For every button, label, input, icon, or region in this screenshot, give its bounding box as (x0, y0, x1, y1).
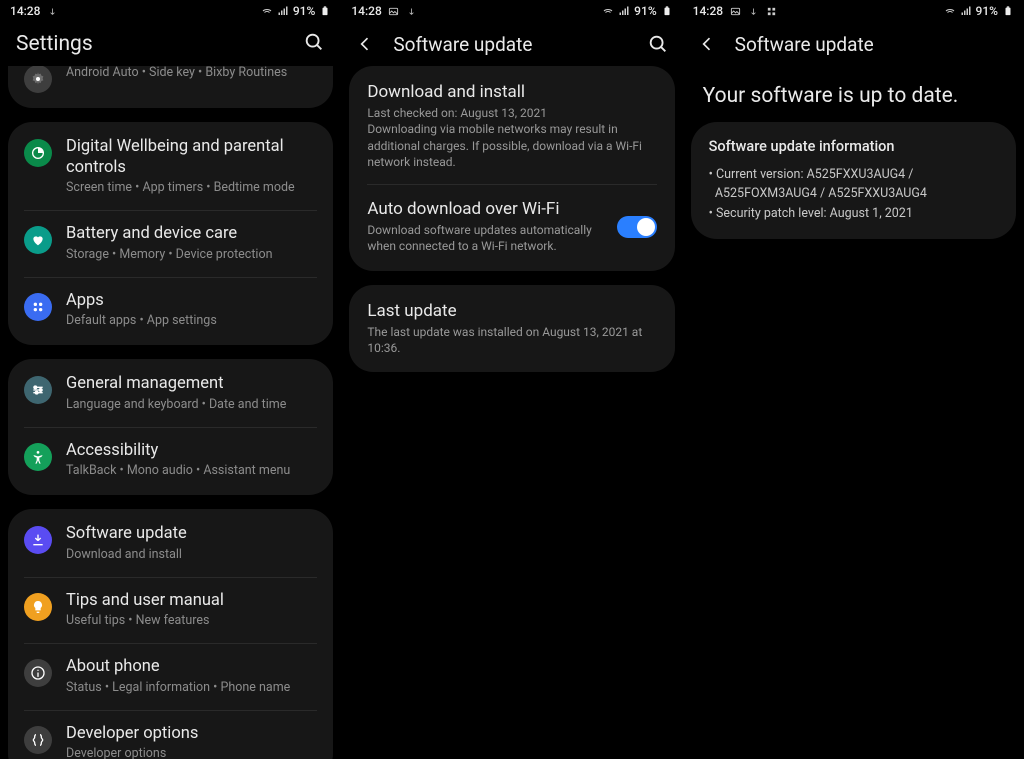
status-bar: 14:28 91% (341, 0, 682, 22)
app-header: Software update (683, 22, 1024, 66)
gear-icon (24, 66, 52, 93)
battery-icon (319, 5, 331, 17)
info-line: • Current version: A525FXXU3AUG4 / (709, 165, 998, 184)
item-subtitle: Default apps • App settings (66, 311, 317, 330)
braces-icon (24, 726, 52, 754)
accessibility-icon (24, 443, 52, 471)
page-title: Settings (16, 32, 303, 56)
download-and-install-item[interactable]: Download and install Last checked on: Au… (349, 68, 674, 184)
app-header: Software update (341, 22, 682, 66)
item-title: Auto download over Wi-Fi (367, 199, 602, 220)
signal-icon (618, 5, 630, 17)
settings-item-battery-care[interactable]: Battery and device care Storage • Memory… (24, 210, 317, 277)
settings-group: Advanced features Android Auto • Side ke… (8, 66, 333, 108)
info-card-label: Software update information (709, 138, 998, 165)
page-title: Software update (735, 33, 1010, 56)
item-title: General management (66, 374, 317, 395)
app-header: Settings (0, 22, 341, 66)
page-title: Software update (393, 33, 628, 56)
item-subtitle: Storage • Memory • Device protection (66, 245, 317, 264)
settings-item-about-phone[interactable]: About phone Status • Legal information •… (24, 643, 317, 710)
down-arrow-icon (747, 5, 759, 17)
item-title: About phone (66, 657, 317, 678)
item-title: Developer options (66, 724, 317, 745)
item-title: Battery and device care (66, 224, 317, 245)
screen-software-update-detail: 14:28 91% Software update Your software … (683, 0, 1024, 759)
back-icon[interactable] (697, 34, 717, 54)
update-info-card: Software update information • Current ve… (691, 122, 1016, 239)
grid-icon (765, 5, 777, 17)
item-subtitle: Useful tips • New features (66, 611, 317, 630)
item-subtitle: Screen time • App timers • Bedtime mode (66, 178, 317, 197)
settings-group: General management Language and keyboard… (8, 359, 333, 495)
settings-group: Software update Download and install Tip… (8, 509, 333, 759)
item-subtitle: Last checked on: August 13, 2021 Downloa… (367, 103, 656, 170)
status-battery-pct: 91% (634, 4, 656, 18)
heart-icon (24, 226, 52, 254)
screen-software-update-list: 14:28 91% Software update (341, 0, 682, 759)
wifi-icon (261, 5, 273, 17)
item-title: Digital Wellbeing and parental controls (66, 137, 317, 178)
info-line: • Security patch level: August 1, 2021 (709, 204, 998, 223)
status-time: 14:28 (10, 4, 40, 18)
settings-item-tips[interactable]: Tips and user manual Useful tips • New f… (24, 577, 317, 644)
back-icon[interactable] (355, 34, 375, 54)
item-title: Accessibility (66, 441, 317, 462)
settings-item-apps[interactable]: Apps Default apps • App settings (24, 277, 317, 344)
status-bar: 14:28 91% (0, 0, 341, 22)
settings-item-digital-wellbeing[interactable]: Digital Wellbeing and parental controls … (8, 124, 333, 210)
settings-item-developer-options[interactable]: Developer options Developer options (24, 710, 317, 759)
screen-settings: 14:28 91% Settings (0, 0, 341, 759)
sliders-icon (24, 376, 52, 404)
down-arrow-icon (406, 5, 418, 17)
update-icon (24, 526, 52, 554)
bulb-icon (24, 593, 52, 621)
settings-item-advanced-features[interactable]: Advanced features Android Auto • Side ke… (8, 66, 333, 106)
info-icon (24, 659, 52, 687)
item-subtitle: The last update was installed on August … (367, 322, 656, 356)
item-subtitle: Status • Legal information • Phone name (66, 678, 317, 697)
info-line: A525FOXM3AUG4 / A525FXXU3AUG4 (709, 184, 998, 203)
auto-download-toggle[interactable] (617, 216, 657, 238)
update-status-title: Your software is up to date. (683, 66, 1024, 122)
item-subtitle: Language and keyboard • Date and time (66, 395, 317, 414)
item-title: Apps (66, 291, 317, 312)
settings-group: Digital Wellbeing and parental controls … (8, 122, 333, 345)
image-icon (388, 5, 400, 17)
wifi-icon (944, 5, 956, 17)
item-subtitle: TalkBack • Mono audio • Assistant menu (66, 461, 317, 480)
status-time: 14:28 (693, 4, 723, 18)
last-update-card: Last update The last update was installe… (349, 285, 674, 373)
battery-icon (1002, 5, 1014, 17)
settings-item-accessibility[interactable]: Accessibility TalkBack • Mono audio • As… (24, 427, 317, 494)
search-icon[interactable] (647, 33, 669, 55)
status-bar: 14:28 91% (683, 0, 1024, 22)
item-title: Download and install (367, 82, 656, 103)
status-battery-pct: 91% (976, 4, 998, 18)
item-subtitle: Developer options (66, 744, 317, 759)
item-title: Tips and user manual (66, 591, 317, 612)
last-update-item[interactable]: Last update The last update was installe… (349, 287, 674, 371)
image-icon (729, 5, 741, 17)
wifi-icon (602, 5, 614, 17)
item-title: Last update (367, 301, 656, 322)
status-time: 14:28 (351, 4, 381, 18)
battery-icon (661, 5, 673, 17)
apps-icon (24, 293, 52, 321)
search-icon[interactable] (303, 31, 325, 57)
signal-icon (277, 5, 289, 17)
auto-download-wifi-item[interactable]: Auto download over Wi-Fi Download softwa… (367, 184, 656, 269)
item-subtitle: Download and install (66, 545, 317, 564)
settings-item-software-update[interactable]: Software update Download and install (8, 511, 333, 577)
wellbeing-icon (24, 139, 52, 167)
item-subtitle: Download software updates automatically … (367, 220, 602, 254)
item-title: Software update (66, 524, 317, 545)
settings-item-general-management[interactable]: General management Language and keyboard… (8, 361, 333, 427)
down-arrow-icon (46, 5, 58, 17)
signal-icon (960, 5, 972, 17)
status-battery-pct: 91% (293, 4, 315, 18)
update-options-card: Download and install Last checked on: Au… (349, 66, 674, 271)
item-subtitle: Android Auto • Side key • Bixby Routines (66, 66, 317, 82)
